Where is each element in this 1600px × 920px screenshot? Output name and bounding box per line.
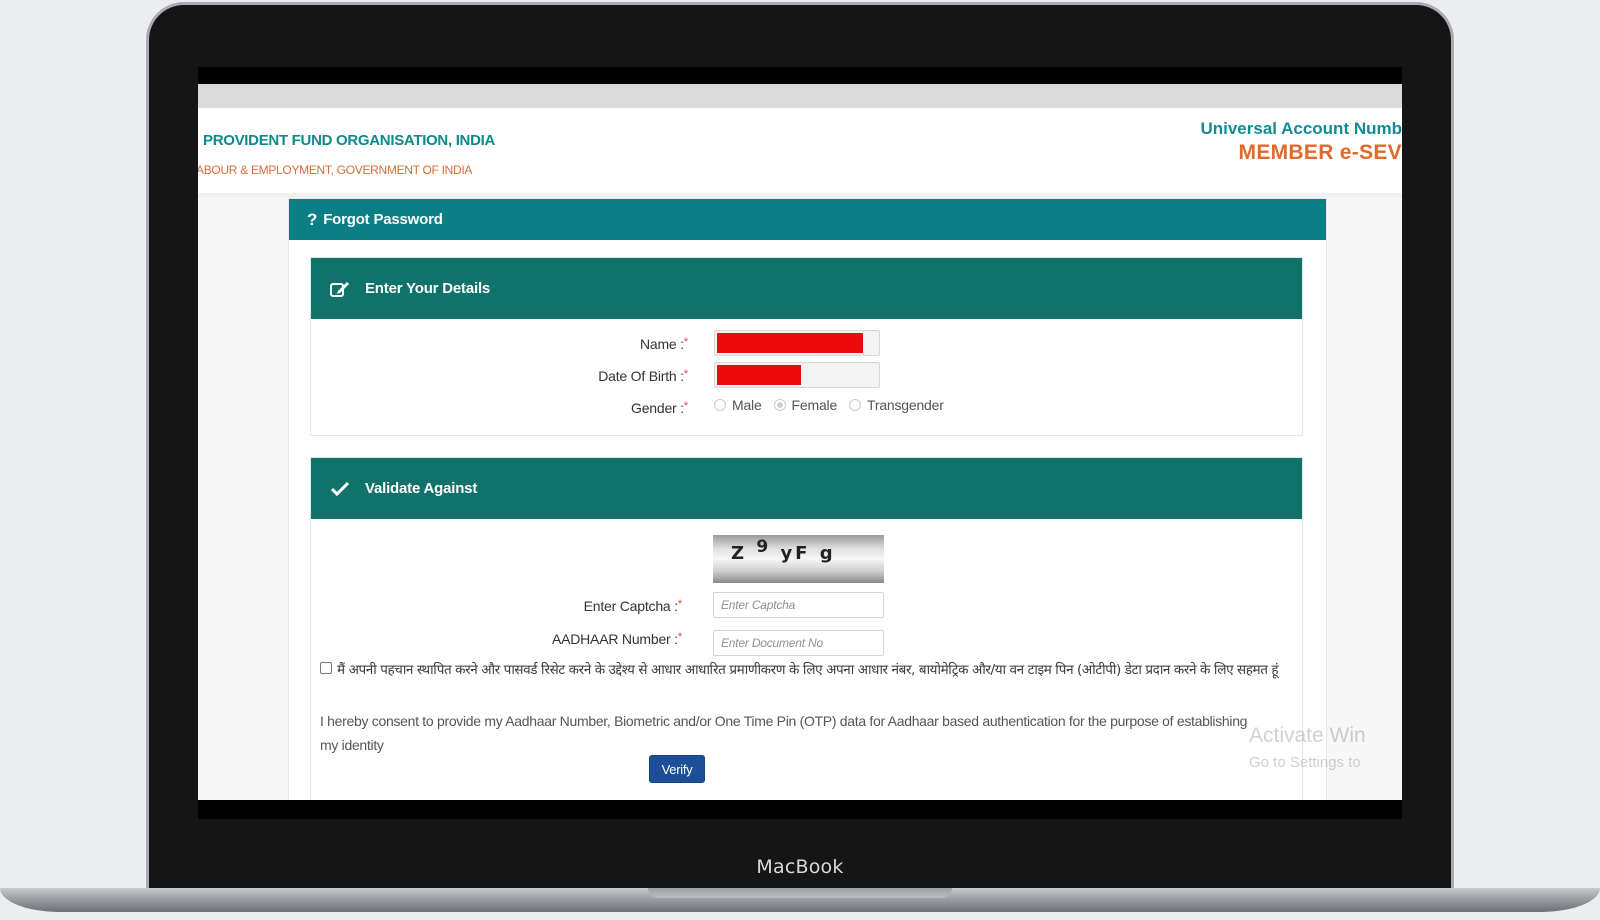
- gender-radio-female[interactable]: [773, 399, 786, 411]
- details-section-header: Enter Your Details: [311, 258, 1302, 319]
- top-strip: [198, 84, 1402, 108]
- forgot-password-panel: ? Forgot Password Enter Your Details Nam…: [288, 198, 1327, 800]
- watermark-line-1: Activate Win: [1249, 724, 1366, 747]
- captcha-image: Z 9 yF g: [713, 535, 884, 583]
- dob-label: Date Of Birth :*: [598, 368, 688, 384]
- gender-radio-male[interactable]: [714, 399, 726, 411]
- name-label-text: Name :: [639, 336, 684, 352]
- gender-option-label: Transgender: [867, 397, 944, 413]
- question-icon: ?: [307, 209, 318, 229]
- macbook-label: MacBook: [756, 856, 844, 878]
- panel-header: ? Forgot Password: [289, 199, 1326, 240]
- laptop-base-notch: [648, 888, 952, 898]
- details-section-title: Enter Your Details: [365, 280, 491, 297]
- gender-radio-transgender[interactable]: [849, 399, 862, 411]
- name-input[interactable]: [714, 330, 880, 356]
- dob-label-text: Date Of Birth :: [598, 368, 684, 384]
- verify-button[interactable]: Verify: [649, 755, 705, 783]
- details-section: Enter Your Details Name :* Date Of Birth…: [310, 257, 1303, 436]
- gender-label-text: Gender :: [631, 400, 684, 416]
- dob-input[interactable]: [714, 362, 880, 388]
- gender-label: Gender :*: [631, 400, 688, 416]
- activate-windows-watermark: Activate Win Go to Settings to: [1249, 724, 1366, 771]
- uan-title: Universal Account Numb: [1200, 119, 1402, 138]
- redaction-bar: [717, 365, 801, 385]
- captcha-label-text: Enter Captcha :: [583, 598, 678, 614]
- validate-section-header: Validate Against: [311, 458, 1302, 519]
- captcha-label: Enter Captcha :*: [583, 598, 683, 614]
- validate-section-title: Validate Against: [365, 480, 478, 497]
- aadhaar-input[interactable]: Enter Document No: [713, 630, 884, 656]
- required-mark: *: [677, 631, 682, 643]
- gender-option-label: Female: [791, 397, 838, 413]
- required-mark: *: [683, 368, 688, 380]
- org-subtitle: ABOUR & EMPLOYMENT, GOVERNMENT OF INDIA: [198, 163, 473, 177]
- captcha-text: Z 9 yF g: [731, 537, 836, 564]
- aadhaar-label: AADHAAR Number :*: [552, 631, 682, 647]
- check-icon: [329, 478, 351, 500]
- watermark-line-2: Go to Settings to: [1249, 754, 1361, 771]
- aadhaar-label-text: AADHAAR Number :: [551, 631, 678, 647]
- redaction-bar: [717, 333, 863, 353]
- required-mark: *: [683, 400, 688, 412]
- required-mark: *: [677, 598, 682, 610]
- member-esewa-title: MEMBER e-SEV: [1238, 141, 1402, 164]
- required-mark: *: [683, 336, 688, 348]
- browser-page: PROVIDENT FUND ORGANISATION, INDIA ABOUR…: [198, 84, 1402, 800]
- name-label: Name :*: [640, 336, 688, 352]
- panel-title: Forgot Password: [323, 211, 443, 228]
- consent-text-hindi: मैं अपनी पहचान स्थापित करने और पासवर्ड र…: [337, 662, 1279, 678]
- gender-radio-group: Male Female Transgender: [714, 397, 956, 413]
- captcha-input[interactable]: Enter Captcha: [713, 592, 884, 618]
- validate-section: Validate Against Z 9 yF g Enter Captcha …: [310, 457, 1303, 800]
- edit-icon: [329, 278, 351, 300]
- consent-text-english: I hereby consent to provide my Aadhaar N…: [320, 713, 1248, 753]
- gender-option-label: Male: [732, 397, 762, 413]
- org-name: PROVIDENT FUND ORGANISATION, INDIA: [203, 132, 496, 149]
- laptop-screen: PROVIDENT FUND ORGANISATION, INDIA ABOUR…: [198, 67, 1402, 819]
